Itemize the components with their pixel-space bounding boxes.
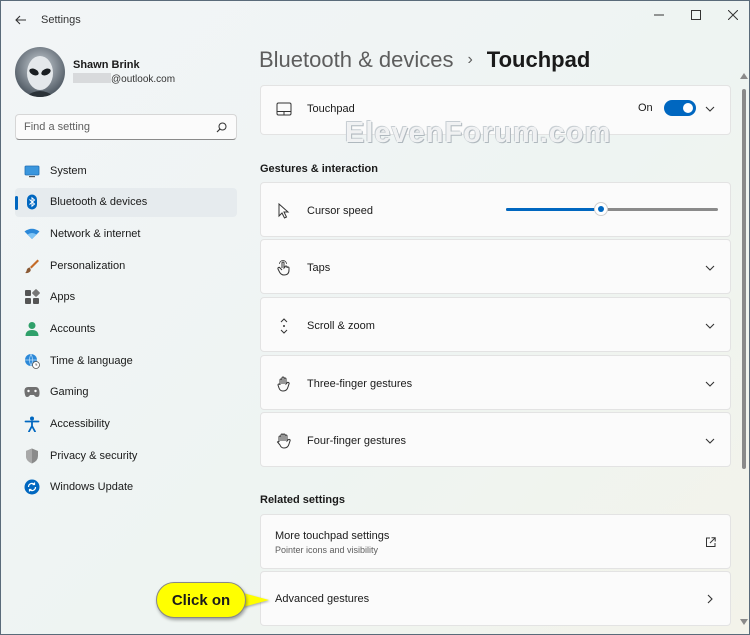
- cursor-speed-label: Cursor speed: [307, 205, 374, 217]
- breadcrumb-parent[interactable]: Bluetooth & devices: [259, 47, 453, 73]
- sidebar-item-label: Gaming: [50, 386, 89, 399]
- taps-card[interactable]: Taps: [260, 239, 731, 294]
- three-finger-card[interactable]: Three-finger gestures: [260, 355, 731, 410]
- sidebar-item-apps[interactable]: Apps: [15, 283, 237, 312]
- user-email-suffix: @outlook.com: [111, 74, 176, 85]
- tap-hand-icon: [275, 259, 293, 277]
- sidebar-item-time-language[interactable]: Time & language: [15, 346, 237, 375]
- user-email: @outlook.com: [73, 73, 175, 85]
- gamepad-icon: [24, 384, 40, 400]
- sidebar-item-label: System: [50, 164, 87, 177]
- scroll-zoom-card[interactable]: Scroll & zoom: [260, 297, 731, 352]
- settings-window: Settings Shawn Brink @outlook.com S: [0, 0, 750, 635]
- watermark: ElevenForum.com: [345, 117, 612, 149]
- more-touchpad-label: More touchpad settings: [275, 530, 390, 542]
- sidebar-item-accounts[interactable]: Accounts: [15, 314, 237, 343]
- cursor-speed-slider[interactable]: [506, 202, 718, 216]
- scroll-zoom-label: Scroll & zoom: [307, 320, 375, 332]
- brush-icon: [24, 258, 40, 274]
- search-input[interactable]: [16, 115, 236, 139]
- back-arrow-icon: [15, 15, 26, 25]
- three-finger-hand-icon: [275, 375, 293, 393]
- sidebar-item-privacy[interactable]: Privacy & security: [15, 441, 237, 470]
- sidebar-item-label: Accessibility: [50, 418, 110, 430]
- back-button[interactable]: [11, 10, 31, 30]
- taps-label: Taps: [307, 262, 331, 274]
- minimize-button[interactable]: [639, 5, 679, 25]
- sidebar-item-label: Bluetooth & devices: [50, 196, 148, 209]
- breadcrumb-separator: ›: [467, 51, 473, 68]
- external-link-icon: [704, 536, 716, 548]
- sidebar-item-label: Apps: [50, 291, 76, 304]
- chevron-down-icon[interactable]: [704, 378, 716, 390]
- sidebar-item-label: Personalization: [50, 259, 126, 272]
- chevron-right-icon: [704, 593, 716, 605]
- related-section-title: Related settings: [260, 494, 345, 506]
- accessibility-icon: [24, 416, 40, 432]
- callout-pointer: [243, 593, 269, 607]
- chevron-down-icon[interactable]: [704, 320, 716, 332]
- app-title: Settings: [41, 14, 81, 26]
- sidebar-item-personalization[interactable]: Personalization: [15, 251, 237, 280]
- breadcrumb: Bluetooth & devices › Touchpad: [259, 47, 590, 73]
- scrollbar-thumb[interactable]: [742, 89, 746, 469]
- sidebar-item-system[interactable]: System: [15, 156, 237, 185]
- search-icon[interactable]: [216, 122, 227, 133]
- sidebar-item-label: Time & language: [50, 354, 133, 367]
- sidebar-item-windows-update[interactable]: Windows Update: [15, 473, 237, 502]
- touchpad-icon: [275, 100, 293, 118]
- user-name: Shawn Brink: [73, 59, 140, 71]
- cursor-icon: [275, 202, 293, 220]
- sidebar-item-label: Privacy & security: [50, 449, 138, 462]
- email-redaction: [73, 73, 111, 83]
- sidebar-item-label: Network & internet: [50, 227, 141, 240]
- maximize-icon: [691, 10, 701, 20]
- minimize-icon: [654, 14, 664, 16]
- four-finger-hand-icon: [275, 432, 293, 450]
- sidebar-item-label: Accounts: [50, 322, 96, 335]
- advanced-gestures-card[interactable]: Advanced gestures: [260, 571, 731, 626]
- chevron-down-icon[interactable]: [704, 435, 716, 447]
- three-finger-label: Three-finger gestures: [307, 378, 413, 390]
- chevron-down-icon[interactable]: [704, 262, 716, 274]
- shield-icon: [24, 448, 40, 464]
- apps-icon: [24, 289, 40, 305]
- sidebar-item-gaming[interactable]: Gaming: [15, 378, 237, 407]
- more-touchpad-settings-card[interactable]: More touchpad settings Pointer icons and…: [260, 514, 731, 569]
- sidebar-nav: System Bluetooth & devices Network & int…: [15, 156, 237, 505]
- avatar[interactable]: [15, 47, 65, 97]
- toggle-knob: [683, 103, 693, 113]
- accounts-icon: [24, 321, 40, 337]
- sidebar-item-network[interactable]: Network & internet: [15, 219, 237, 248]
- scroll-arrows-icon: [275, 317, 293, 335]
- scroll-up-arrow-icon[interactable]: [740, 73, 748, 79]
- touchpad-label: Touchpad: [307, 103, 355, 115]
- close-icon: [728, 10, 738, 20]
- four-finger-label: Four-finger gestures: [307, 435, 407, 447]
- touchpad-toggle-state: On: [638, 102, 653, 114]
- sidebar-item-accessibility[interactable]: Accessibility: [15, 410, 237, 439]
- wifi-icon: [24, 226, 40, 242]
- advanced-gestures-label: Advanced gestures: [275, 593, 370, 605]
- close-button[interactable]: [713, 5, 749, 25]
- more-touchpad-sublabel: Pointer icons and visibility: [275, 545, 379, 555]
- globe-clock-icon: [24, 353, 40, 369]
- sidebar-item-label: Windows Update: [50, 481, 134, 494]
- system-icon: [24, 163, 40, 179]
- touchpad-toggle[interactable]: [664, 100, 696, 116]
- chevron-down-icon[interactable]: [704, 103, 716, 115]
- search-box: [15, 114, 237, 140]
- slider-fill: [506, 208, 602, 211]
- gestures-section-title: Gestures & interaction: [260, 163, 378, 175]
- alien-avatar-icon: [15, 47, 65, 97]
- scroll-down-arrow-icon[interactable]: [740, 619, 748, 625]
- title-bar: Settings: [1, 1, 749, 39]
- update-icon: [24, 479, 40, 495]
- click-on-callout: Click on: [156, 582, 246, 618]
- maximize-button[interactable]: [676, 5, 716, 25]
- page-title: Touchpad: [486, 47, 591, 72]
- bluetooth-icon: [24, 194, 40, 210]
- sidebar-item-bluetooth[interactable]: Bluetooth & devices: [15, 187, 237, 217]
- four-finger-card[interactable]: Four-finger gestures: [260, 412, 731, 467]
